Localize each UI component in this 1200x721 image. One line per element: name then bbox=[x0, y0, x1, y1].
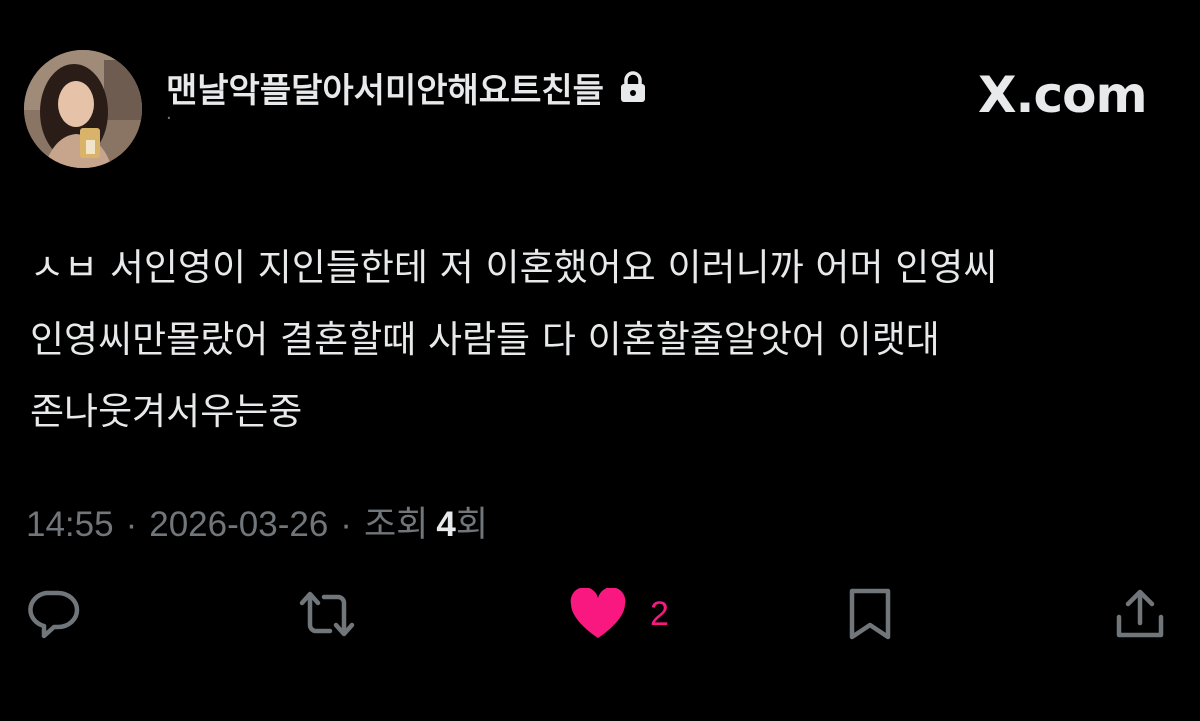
display-name-row[interactable]: 맨날악플달아서미안해요트친들 bbox=[166, 62, 648, 112]
like-button[interactable]: 2 bbox=[568, 584, 669, 644]
reply-button[interactable] bbox=[24, 584, 82, 644]
tweet-meta: 14:55 · 2026-03-26 · 조회 4회 bbox=[26, 496, 488, 547]
tweet-card: 맨날악플달아서미안해요트친들 · X.com ㅅㅂ 서인영이 지인들한테 저 이… bbox=[0, 0, 1200, 721]
tweet-text: ㅅㅂ 서인영이 지인들한테 저 이혼했어요 이러니까 어머 인영씨 인영씨만몰랐… bbox=[30, 246, 1010, 433]
display-name[interactable]: 맨날악플달아서미안해요트친들 bbox=[166, 63, 604, 112]
reply-icon bbox=[28, 590, 80, 639]
share-button[interactable] bbox=[1114, 584, 1166, 644]
avatar[interactable] bbox=[24, 50, 142, 168]
bookmark-button[interactable] bbox=[846, 584, 894, 644]
brand-logo: X.com bbox=[978, 66, 1148, 124]
tweet-time[interactable]: 14:55 bbox=[26, 505, 114, 545]
bookmark-icon bbox=[849, 588, 891, 640]
avatar-image bbox=[24, 50, 142, 168]
retweet-button[interactable] bbox=[296, 584, 358, 644]
brand-text: X.com bbox=[978, 66, 1148, 124]
views-count: 4 bbox=[436, 505, 456, 544]
views-suffix: 회 bbox=[455, 505, 489, 544]
meta-separator: · bbox=[340, 505, 352, 544]
tweet-date[interactable]: 2026-03-26 bbox=[149, 505, 328, 545]
action-bar: 2 bbox=[0, 584, 1200, 644]
retweet-icon bbox=[299, 591, 355, 637]
lock-icon bbox=[618, 70, 648, 104]
views-label: 조회 bbox=[363, 505, 429, 544]
meta-separator: · bbox=[125, 505, 138, 544]
share-icon bbox=[1116, 589, 1164, 638]
heart-icon bbox=[570, 588, 626, 638]
like-count: 2 bbox=[650, 594, 669, 633]
user-handle[interactable]: · bbox=[166, 108, 172, 129]
